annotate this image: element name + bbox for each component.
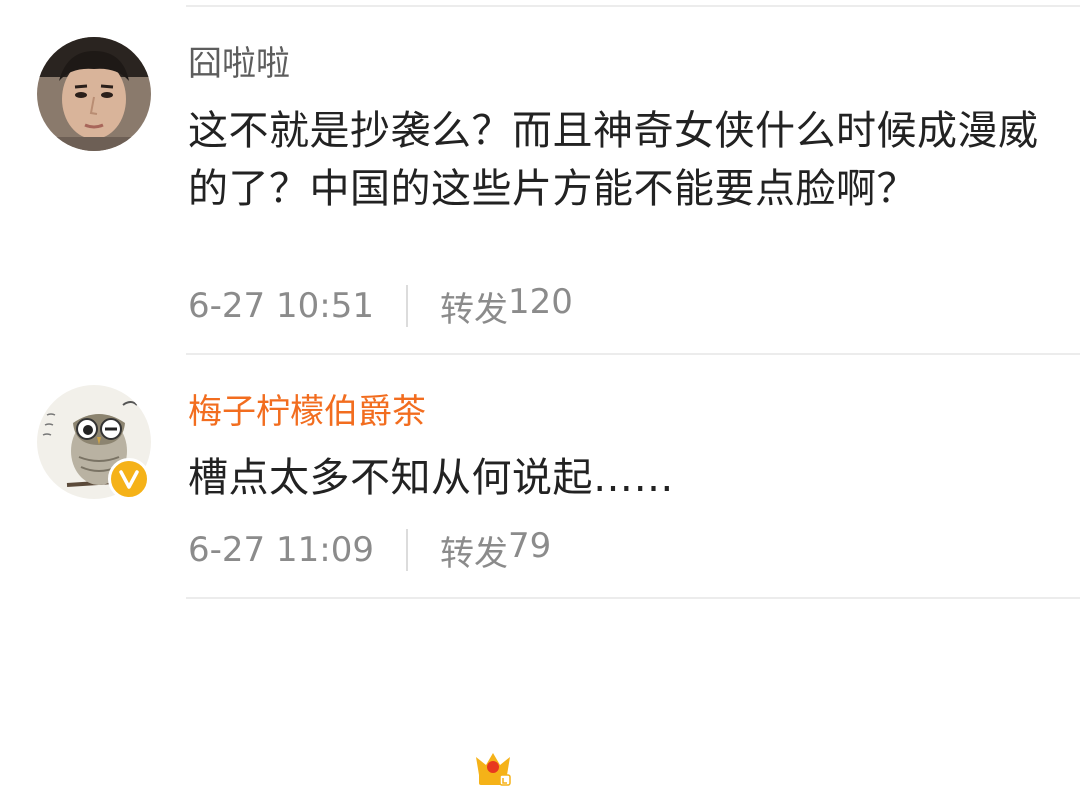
meta-separator bbox=[405, 529, 408, 571]
comment-text: 这不就是抄袭么？而且神奇女侠什么时候成漫威的了？中国的这些片方能不能要点脸啊？ bbox=[188, 108, 1039, 212]
repost-label: 转发 bbox=[439, 289, 508, 330]
person-avatar-icon bbox=[37, 37, 151, 151]
comment-meta: 6-27 11:09 转发 79 bbox=[188, 526, 551, 575]
repost-label: 转发 bbox=[439, 533, 508, 574]
comment-item[interactable]: 囧啦啦 这不就是抄袭么？而且神奇女侠什么时候成漫威的了？中国的这些片方能不能要点… bbox=[0, 0, 1080, 355]
comment-item[interactable]: 梅子柠檬伯爵茶 槽点太多不知从何说起…… 6-27 11:09 转发 79 bbox=[0, 355, 1080, 786]
repost-count: 120 bbox=[507, 281, 573, 322]
username[interactable]: 囧啦啦 bbox=[188, 44, 290, 84]
username[interactable]: 梅子柠檬伯爵茶 bbox=[188, 392, 426, 432]
timestamp: 6-27 10:51 bbox=[188, 286, 374, 326]
user-avatar[interactable] bbox=[37, 37, 151, 151]
timestamp: 6-27 11:09 bbox=[188, 530, 374, 570]
vip-crown-icon[interactable] bbox=[470, 745, 516, 791]
repost-button[interactable]: 转发 79 bbox=[440, 526, 551, 575]
comment-meta: 6-27 10:51 转发 120 bbox=[188, 282, 573, 331]
meta-separator bbox=[405, 285, 408, 327]
verified-v-icon bbox=[119, 470, 139, 489]
comment-text: 槽点太多不知从何说起…… bbox=[188, 455, 674, 501]
verified-badge-icon bbox=[108, 458, 150, 500]
repost-button[interactable]: 转发 120 bbox=[440, 282, 573, 331]
bottom-divider bbox=[186, 597, 1080, 599]
repost-count: 79 bbox=[507, 525, 552, 566]
